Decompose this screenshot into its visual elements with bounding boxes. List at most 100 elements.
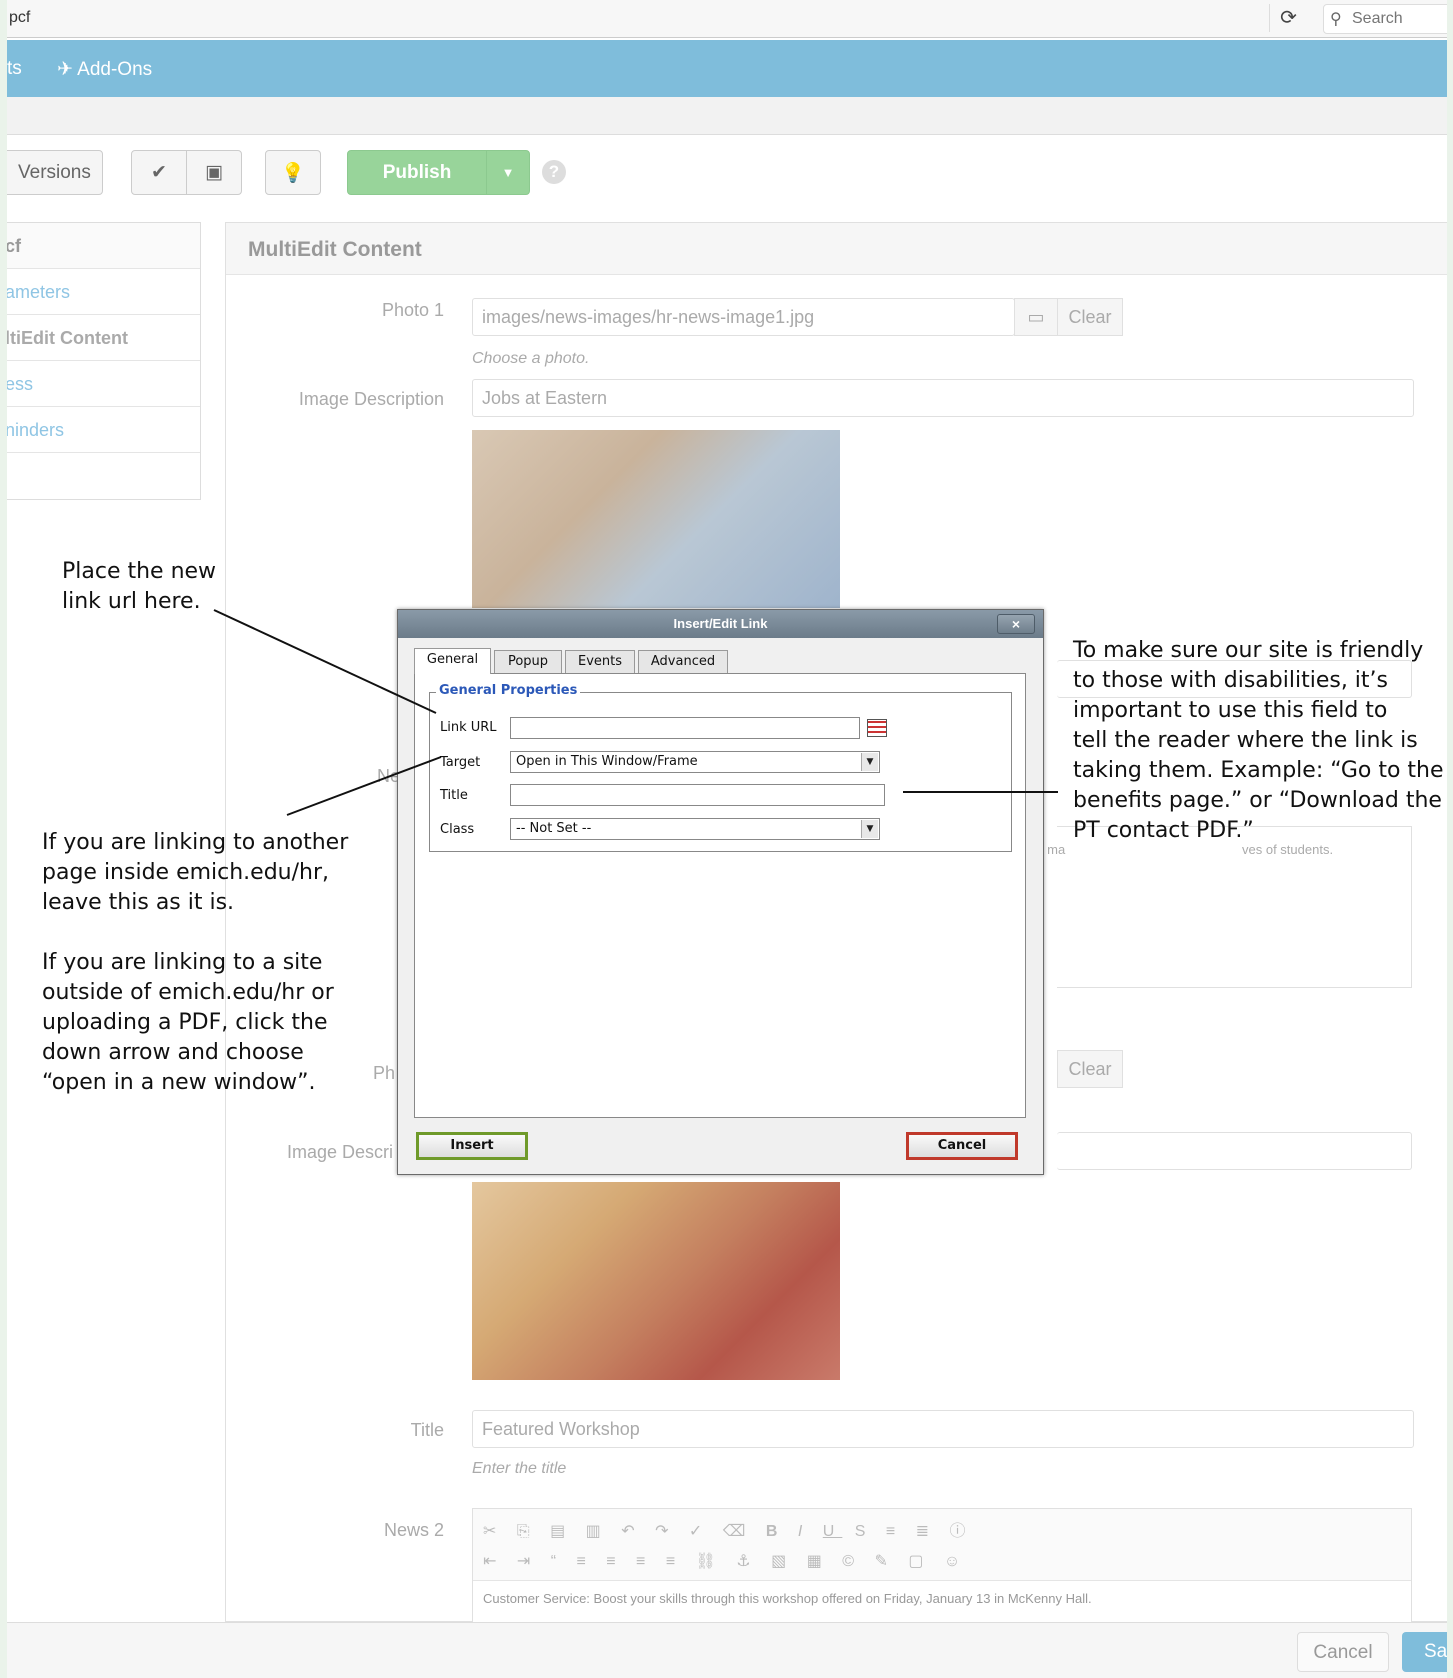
footer-bar: [7, 1622, 1447, 1678]
sidebar: cf ameters ltiEdit Content ess ninders: [7, 222, 201, 500]
general-tab-panel: General Properties Link URL Target Open …: [414, 673, 1026, 1118]
class-select[interactable]: -- Not Set -- ▼: [510, 818, 880, 840]
annotation-line: If you are linking to another: [42, 830, 349, 855]
search-icon: ⚲: [1330, 11, 1342, 28]
browser-toolbar: pcf ⟳ ⚲: [7, 0, 1447, 38]
publish-dropdown-button[interactable]: ▼: [486, 150, 530, 195]
annotation-line: To make sure our site is friendly: [1073, 638, 1424, 663]
footer-cancel-button[interactable]: Cancel: [1297, 1632, 1389, 1672]
annotation-line: outside of emich.edu/hr or: [42, 980, 334, 1005]
annotation-line: Place the new: [62, 559, 217, 584]
sidebar-header: cf: [7, 223, 200, 269]
photo1-input[interactable]: images/news-images/hr-news-image1.jpg: [472, 298, 1015, 336]
sub-toolbar: [7, 97, 1447, 135]
main-navigation: ts ✈ Add-Ons: [7, 40, 1447, 97]
insert-button[interactable]: Insert: [416, 1132, 528, 1160]
browser-search-box[interactable]: ⚲: [1323, 4, 1447, 34]
annotation-line: [42, 918, 348, 948]
tips-button[interactable]: 💡: [265, 150, 321, 195]
tab-general[interactable]: General: [414, 648, 491, 674]
lightbulb-icon: 💡: [281, 162, 305, 184]
panel-title: MultiEdit Content: [248, 238, 422, 261]
link-url-label: Link URL: [440, 720, 497, 735]
caret-down-icon: ▼: [501, 165, 515, 180]
annotation-line: important to use this field to: [1073, 698, 1388, 723]
sidebar-item-reminders[interactable]: ninders: [7, 407, 200, 453]
publish-button[interactable]: Publish: [347, 150, 487, 195]
annotation-line: link url here.: [62, 589, 201, 614]
title-label: Title: [440, 788, 468, 803]
annotation-line: “open in a new window”.: [42, 1070, 316, 1095]
pin-icon: ✈: [57, 59, 73, 80]
annotation-line: to those with disabilities, it’s: [1073, 668, 1389, 693]
cancel-button[interactable]: Cancel: [906, 1132, 1018, 1160]
nav-item-addons-label: Add-Ons: [77, 59, 153, 80]
check-icon: ✔: [151, 162, 167, 183]
archive-icon: ▣: [205, 162, 223, 183]
insert-edit-link-dialog: Insert/Edit Link × General Popup Events …: [397, 609, 1044, 1175]
image-description-label: Image Description: [298, 389, 444, 409]
photo1-clear-button[interactable]: Clear: [1057, 298, 1123, 336]
general-properties-fieldset: General Properties Link URL Target Open …: [429, 683, 1012, 852]
title-input[interactable]: [510, 784, 885, 806]
address-bar[interactable]: pcf: [9, 9, 30, 27]
link-url-input[interactable]: [510, 717, 860, 739]
class-label: Class: [440, 822, 475, 837]
versions-button[interactable]: Versions: [7, 150, 103, 195]
annotation-line: benefits page.” or “Download the: [1073, 788, 1442, 813]
save-version-button[interactable]: ▣: [186, 150, 242, 195]
title-field-label: Title: [410, 1420, 444, 1440]
versions-label: Versions: [18, 161, 91, 183]
image-browse-button[interactable]: ▭: [1014, 298, 1058, 336]
annotation-line: If you are linking to a site: [42, 950, 323, 975]
photo2-preview: [472, 1182, 840, 1380]
annotation-line: page inside emich.edu/hr,: [42, 860, 330, 885]
link-browse-icon[interactable]: [867, 719, 887, 737]
reload-icon[interactable]: ⟳: [1269, 4, 1307, 32]
news-textarea-partial[interactable]: [1057, 826, 1412, 988]
news2-editor[interactable]: ✂ ⎘ ▤ ▥ ↶ ↷ ✓ ⌫ B I U S ≡ ≣ ⓘ ⇤ ⇥ “ ≡ ≡ ≡…: [472, 1508, 1412, 1629]
tab-popup[interactable]: Popup: [494, 650, 562, 674]
news2-label: News 2: [383, 1520, 444, 1540]
check-button[interactable]: ✔: [131, 150, 187, 195]
chevron-down-icon[interactable]: ▼: [861, 820, 878, 838]
annotation-line: down arrow and choose: [42, 1040, 304, 1065]
title-field-input[interactable]: Featured Workshop: [472, 1410, 1414, 1448]
search-input[interactable]: [1352, 9, 1447, 29]
nav-item-addons[interactable]: ✈ Add-Ons: [57, 58, 152, 81]
image-description2-label-partial: Image Descri: [287, 1142, 394, 1162]
annotation-line: PT contact PDF.”: [1073, 818, 1254, 843]
target-select-value: Open in This Window/Frame: [516, 754, 698, 769]
tab-advanced[interactable]: Advanced: [638, 650, 728, 674]
panel-header: MultiEdit Content: [226, 223, 1447, 275]
annotation-target: If you are linking to another page insid…: [42, 828, 348, 1098]
title-field-help: Enter the title: [472, 1460, 567, 1477]
image-description-input[interactable]: Jobs at Eastern: [472, 379, 1414, 417]
class-select-value: -- Not Set --: [516, 821, 592, 836]
photo1-label: Photo 1: [381, 300, 444, 320]
annotation-link-url: Place the new link url here.: [62, 557, 216, 617]
sidebar-item-access[interactable]: ess: [7, 361, 200, 407]
sidebar-item-parameters[interactable]: ameters: [7, 269, 200, 315]
help-icon[interactable]: ?: [542, 160, 566, 184]
annotation-line: tell the reader where the link is: [1073, 728, 1418, 753]
photo2-clear-button[interactable]: Clear: [1057, 1050, 1123, 1088]
target-select[interactable]: Open in This Window/Frame ▼: [510, 751, 880, 773]
editor-toolbar[interactable]: ✂ ⎘ ▤ ▥ ↶ ↷ ✓ ⌫ B I U S ≡ ≣ ⓘ ⇤ ⇥ “ ≡ ≡ ≡…: [473, 1509, 1411, 1581]
general-properties-legend: General Properties: [436, 683, 581, 698]
footer-save-button[interactable]: Sa: [1402, 1632, 1447, 1672]
annotation-title: To make sure our site is friendly to tho…: [1073, 636, 1444, 846]
sidebar-item-multiedit[interactable]: ltiEdit Content: [7, 315, 200, 361]
dialog-title: Insert/Edit Link: [398, 610, 1043, 638]
photo1-help: Choose a photo.: [472, 350, 590, 367]
dialog-close-button[interactable]: ×: [997, 614, 1035, 634]
target-label: Target: [440, 755, 481, 770]
image-description2-input-partial[interactable]: [1057, 1132, 1412, 1170]
annotation-line: uploading a PDF, click the: [42, 1010, 328, 1035]
nav-item-partial[interactable]: ts: [7, 58, 22, 80]
chevron-down-icon[interactable]: ▼: [861, 753, 878, 771]
tab-events[interactable]: Events: [565, 650, 635, 674]
annotation-line: taking them. Example: “Go to the: [1073, 758, 1444, 783]
annotation-line: leave this as it is.: [42, 890, 235, 915]
photo1-preview: [472, 430, 840, 608]
